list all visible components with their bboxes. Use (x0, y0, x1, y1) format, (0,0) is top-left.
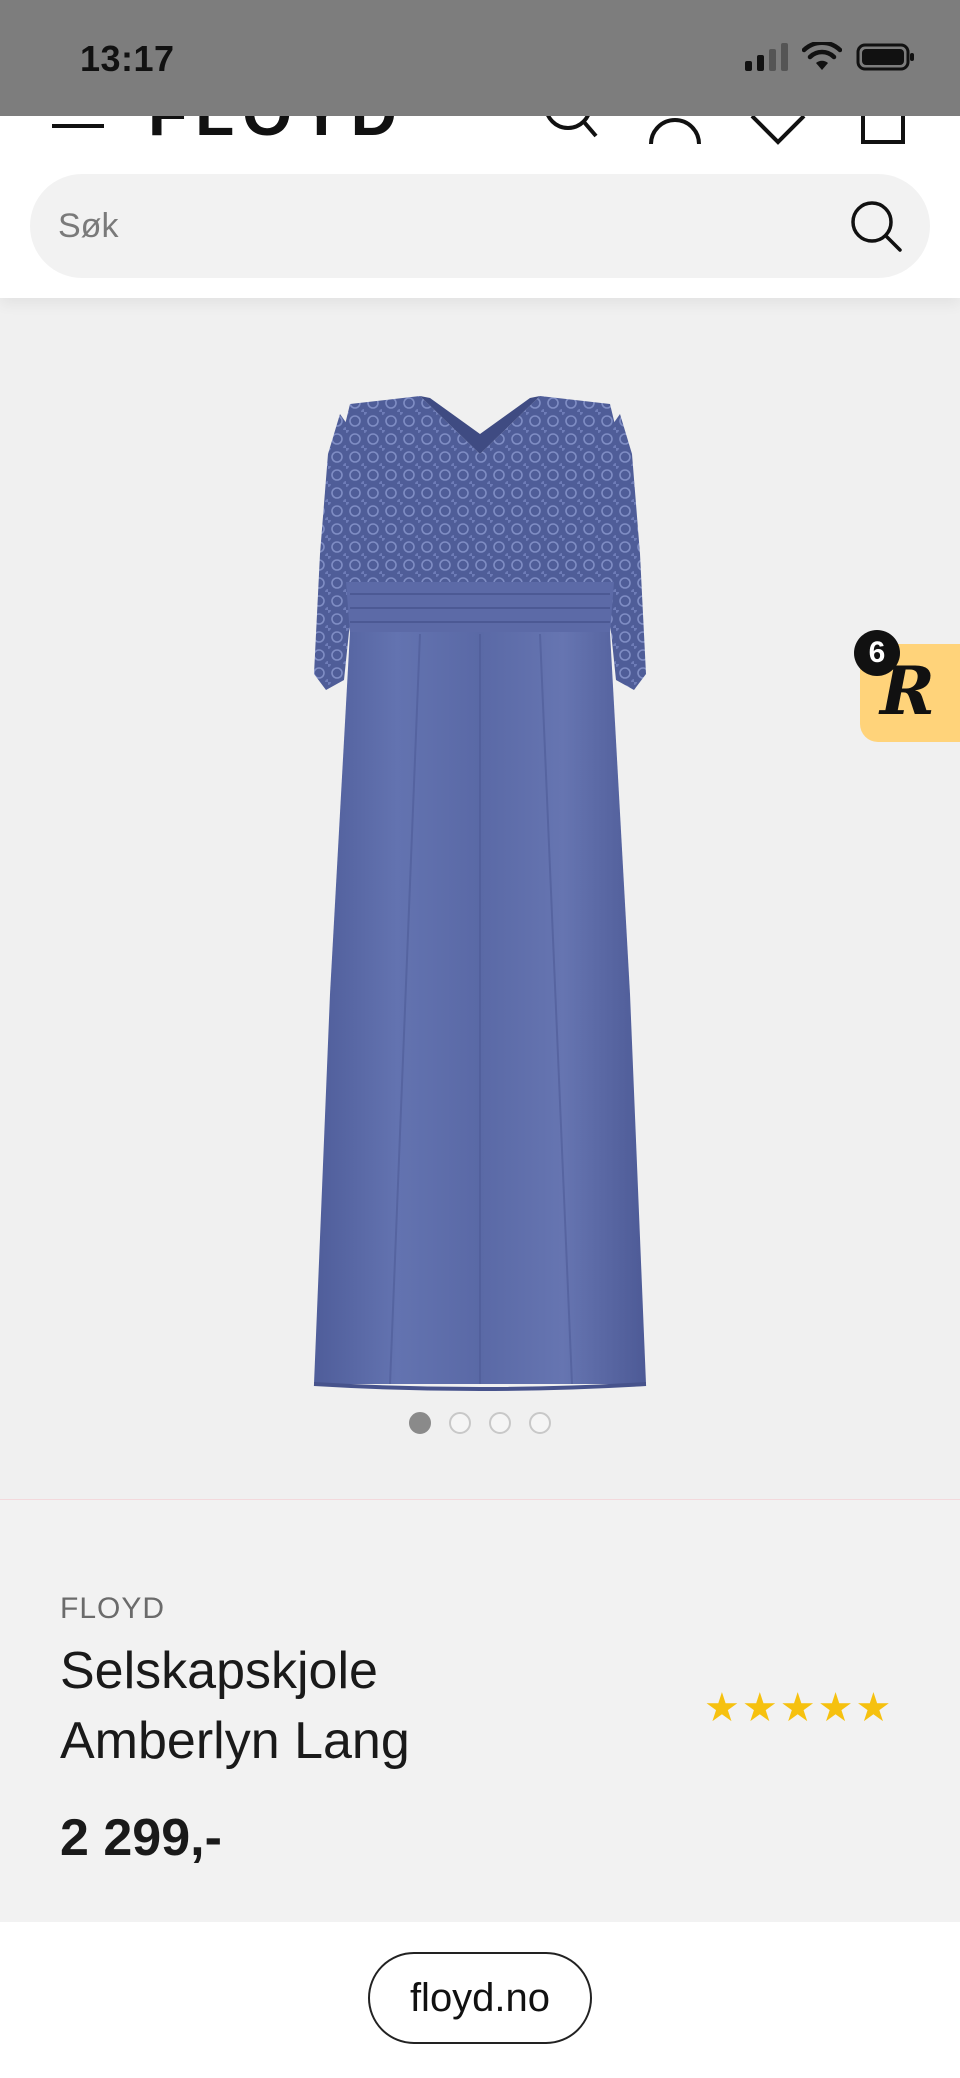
floyd-logo[interactable]: FLOYD (148, 116, 405, 150)
product-price: 2 299,- (60, 1809, 222, 1867)
browser-bottom-bar: floyd.no (0, 1922, 960, 2078)
status-time: 13:17 (80, 38, 175, 79)
account-icon[interactable] (648, 116, 702, 151)
wifi-icon (802, 42, 842, 72)
reviews-count-badge: 6 (854, 630, 900, 676)
heart-icon[interactable] (748, 116, 808, 151)
battery-icon (856, 42, 916, 72)
product-info: FLOYD Selskapskjole Amberlyn Lang ★ ★ ★ … (0, 1500, 960, 1922)
product-title: Selskapskjole Amberlyn Lang (60, 1636, 620, 1776)
product-image-dress[interactable] (310, 394, 650, 1394)
bag-icon[interactable] (858, 116, 908, 151)
gallery-dot[interactable] (449, 1412, 471, 1434)
search-input[interactable] (58, 200, 838, 252)
site-header: FLOYD (0, 116, 960, 298)
address-bar[interactable]: floyd.no (368, 1952, 592, 2044)
status-icons (745, 42, 916, 72)
star-icon: ★ (817, 1685, 854, 1731)
star-icon: ★ (741, 1685, 778, 1731)
status-bar: 13:17 (0, 0, 960, 116)
product-title-line: Amberlyn Lang (60, 1712, 410, 1770)
star-icon: ★ (779, 1685, 816, 1731)
product-image-gallery[interactable] (0, 298, 960, 1500)
star-icon: ★ (855, 1685, 892, 1731)
header-nav-row: FLOYD (0, 116, 960, 149)
gallery-pagination (0, 1412, 960, 1434)
search-bar (30, 174, 930, 278)
search-button[interactable] (848, 198, 904, 254)
cellular-signal-icon (745, 43, 788, 71)
gallery-dot[interactable] (409, 1412, 431, 1434)
star-icon: ★ (704, 1685, 740, 1731)
product-rating[interactable]: ★ ★ ★ ★ ★ (704, 1688, 891, 1728)
product-brand[interactable]: FLOYD (60, 1592, 165, 1626)
gallery-dot[interactable] (489, 1412, 511, 1434)
gallery-dot[interactable] (529, 1412, 551, 1434)
search-icon (851, 201, 902, 252)
menu-icon[interactable] (52, 116, 104, 134)
product-title-line: Selskapskjole (60, 1642, 378, 1700)
search-icon[interactable] (540, 116, 600, 151)
